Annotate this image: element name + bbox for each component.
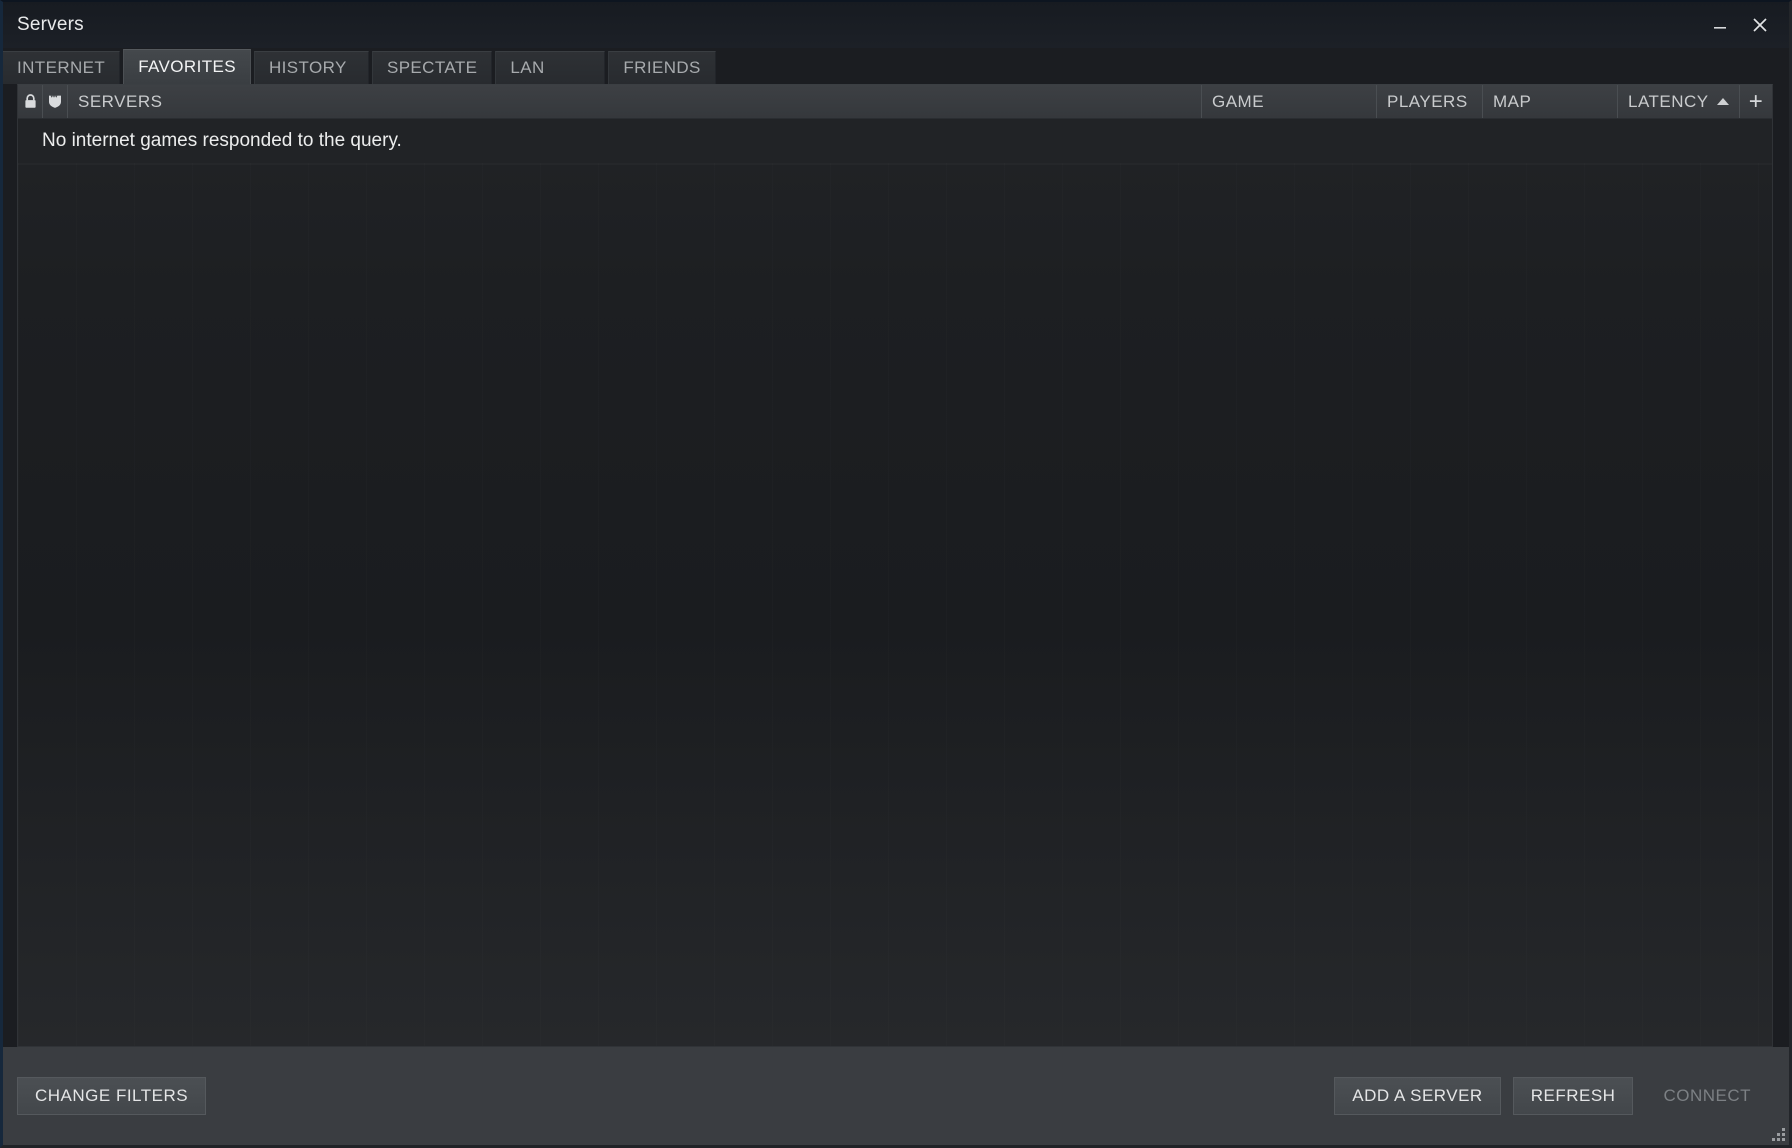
column-header-map[interactable]: MAP [1483, 85, 1618, 118]
column-header-latency[interactable]: LATENCY [1618, 85, 1740, 118]
column-label: GAME [1212, 91, 1265, 111]
column-label: SERVERS [78, 91, 163, 111]
tab-history[interactable]: HISTORY [253, 51, 369, 84]
minimize-button[interactable] [1703, 8, 1737, 42]
column-header-players[interactable]: PLAYERS [1377, 85, 1483, 118]
button-label: CHANGE FILTERS [35, 1086, 189, 1105]
resize-grip[interactable] [1769, 1125, 1785, 1141]
servers-window: Servers INTERNET FAVORITES HISTORY SPECT… [0, 0, 1792, 1148]
tab-lan[interactable]: LAN [495, 51, 606, 84]
button-label: ADD A SERVER [1352, 1086, 1483, 1105]
empty-state-message: No internet games responded to the query… [18, 119, 1772, 163]
refresh-button[interactable]: REFRESH [1512, 1077, 1634, 1115]
server-list-panel: SERVERS GAME PLAYERS MAP LATENCY + No in… [17, 84, 1773, 1047]
column-label: LATENCY [1628, 91, 1709, 111]
window-title: Servers [17, 14, 84, 35]
server-list-header: SERVERS GAME PLAYERS MAP LATENCY + [18, 85, 1772, 119]
title-bar[interactable]: Servers [3, 2, 1789, 48]
button-label: REFRESH [1530, 1086, 1616, 1105]
column-grid-lines [18, 163, 1772, 1046]
tab-internet[interactable]: INTERNET [3, 51, 121, 84]
add-column-button[interactable]: + [1740, 85, 1772, 118]
tab-friends[interactable]: FRIENDS [608, 51, 716, 84]
tab-label: INTERNET [17, 58, 106, 77]
column-label: MAP [1493, 91, 1532, 111]
column-label: PLAYERS [1387, 91, 1468, 111]
tab-label: SPECTATE [386, 58, 478, 77]
column-header-password[interactable] [18, 85, 43, 118]
tab-label: HISTORY [268, 58, 347, 77]
tab-label: FRIENDS [623, 58, 701, 77]
empty-state-text: No internet games responded to the query… [42, 130, 402, 151]
change-filters-button[interactable]: CHANGE FILTERS [17, 1077, 207, 1115]
tab-favorites[interactable]: FAVORITES [123, 49, 251, 84]
column-header-vac[interactable] [43, 85, 68, 118]
tab-label: LAN [510, 58, 545, 77]
footer-actions: ADD A SERVER REFRESH CONNECT [1334, 1077, 1769, 1115]
window-controls [1703, 2, 1777, 48]
server-list-body[interactable]: No internet games responded to the query… [18, 119, 1772, 1046]
column-header-servers[interactable]: SERVERS [68, 85, 1202, 118]
tab-label: FAVORITES [138, 57, 236, 76]
plus-icon: + [1748, 87, 1764, 115]
add-a-server-button[interactable]: ADD A SERVER [1334, 1077, 1501, 1115]
tab-spectate[interactable]: SPECTATE [371, 51, 493, 84]
close-icon[interactable] [1743, 8, 1777, 42]
footer-bar: CHANGE FILTERS ADD A SERVER REFRESH CONN… [3, 1047, 1789, 1145]
tab-bar: INTERNET FAVORITES HISTORY SPECTATE LAN … [3, 48, 1789, 84]
column-header-game[interactable]: GAME [1202, 85, 1377, 118]
sort-ascending-icon [1716, 98, 1729, 105]
list-top-divider [18, 163, 1772, 165]
button-label: CONNECT [1663, 1086, 1751, 1105]
connect-button: CONNECT [1645, 1077, 1769, 1115]
